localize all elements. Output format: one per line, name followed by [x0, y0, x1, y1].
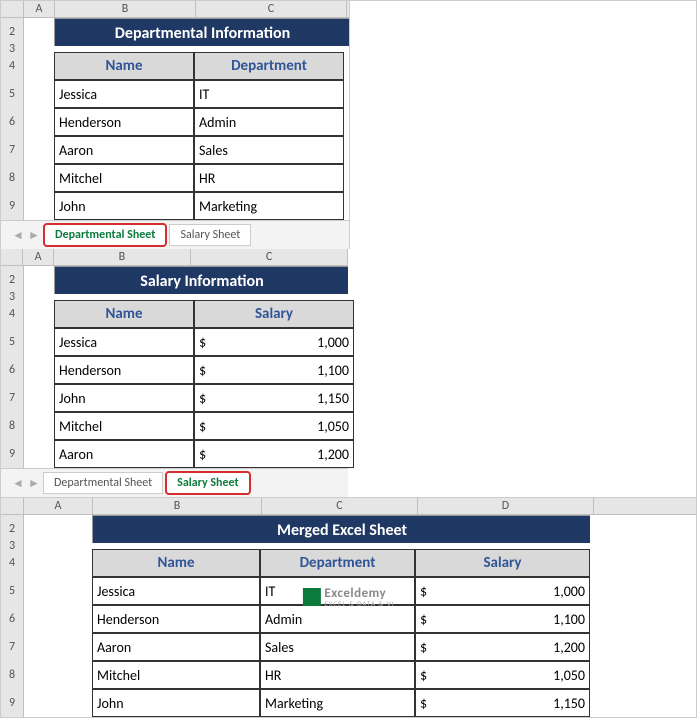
row-5[interactable]: 5 [1, 328, 24, 356]
cell-dept[interactable]: Admin [260, 605, 415, 633]
row-8[interactable]: 8 [1, 661, 24, 689]
tab-salary[interactable]: Salary Sheet [165, 471, 250, 495]
cell-dept[interactable]: Sales [260, 633, 415, 661]
tab-prev-icon[interactable]: ◄ [11, 228, 25, 242]
row-5[interactable]: 5 [1, 577, 24, 605]
cell-name[interactable]: Jessica [54, 80, 194, 108]
merged-title: Merged Excel Sheet [92, 515, 590, 543]
row-7[interactable]: 7 [1, 384, 24, 412]
cell-dept[interactable]: IT [194, 80, 344, 108]
salary-header-name: Name [54, 300, 194, 328]
cell-salary[interactable]: $1,100 [415, 605, 590, 633]
cell-salary[interactable]: $1,050 [415, 661, 590, 689]
row-7[interactable]: 7 [1, 136, 24, 164]
cell-name[interactable]: Mitchel [92, 661, 260, 689]
row-4[interactable]: 4 [1, 549, 24, 577]
salary-title: Salary Information [54, 266, 348, 294]
row-4[interactable]: 4 [1, 300, 24, 328]
cell-name[interactable]: Aaron [54, 136, 194, 164]
column-headers: A B C [1, 249, 348, 266]
row-9[interactable]: 9 [1, 192, 24, 220]
row-6[interactable]: 6 [1, 356, 24, 384]
cell-name[interactable]: Mitchel [54, 164, 194, 192]
cell-salary[interactable]: $1,000 [194, 328, 354, 356]
merged-header-salary: Salary [415, 549, 590, 577]
cell-salary[interactable]: $1,150 [194, 384, 354, 412]
tab-next-icon[interactable]: ► [27, 476, 41, 490]
row-7[interactable]: 7 [1, 633, 24, 661]
col-A[interactable]: A [24, 1, 55, 17]
cell-name[interactable]: John [54, 192, 194, 220]
dept-header-dept: Department [194, 52, 344, 80]
column-headers: A B C D [1, 498, 696, 515]
row-4[interactable]: 4 [1, 52, 24, 80]
cell-dept[interactable]: Marketing [194, 192, 344, 220]
cell-dept[interactable]: HR [260, 661, 415, 689]
merged-header-name: Name [92, 549, 260, 577]
cell-salary[interactable]: $1,150 [415, 689, 590, 717]
salary-pane: A B C 2Salary Information 3 4NameSalary … [1, 249, 348, 497]
cell-name[interactable]: Jessica [92, 577, 260, 605]
col-C[interactable]: C [191, 249, 348, 265]
cell-dept[interactable]: Admin [194, 108, 344, 136]
cell-name[interactable]: Aaron [92, 633, 260, 661]
tab-departmental[interactable]: Departmental Sheet [43, 472, 163, 494]
merged-header-dept: Department [260, 549, 415, 577]
cell-salary[interactable]: $1,050 [194, 412, 354, 440]
sheet-tabbar: ◄ ► Departmental Sheet Salary Sheet [1, 220, 349, 249]
col-A[interactable]: A [23, 249, 53, 265]
dept-title: Departmental Information [54, 18, 349, 46]
tab-salary[interactable]: Salary Sheet [169, 224, 251, 246]
cell-name[interactable]: Henderson [92, 605, 260, 633]
column-headers: A B C [1, 1, 349, 18]
col-C[interactable]: C [262, 498, 418, 514]
col-B[interactable]: B [55, 1, 196, 17]
cell-name[interactable]: Henderson [54, 108, 194, 136]
col-C[interactable]: C [196, 1, 347, 17]
salary-header-salary: Salary [194, 300, 354, 328]
col-D[interactable]: D [418, 498, 594, 514]
row-5[interactable]: 5 [1, 80, 24, 108]
cell-dept[interactable]: HR [194, 164, 344, 192]
cell-salary[interactable]: $1,200 [415, 633, 590, 661]
tab-prev-icon[interactable]: ◄ [11, 476, 25, 490]
cell-dept[interactable]: IT [260, 577, 415, 605]
row-6[interactable]: 6 [1, 108, 24, 136]
row-9[interactable]: 9 [1, 440, 24, 468]
tab-departmental[interactable]: Departmental Sheet [43, 223, 167, 247]
cell-name[interactable]: John [54, 384, 194, 412]
cell-name[interactable]: Henderson [54, 356, 194, 384]
row-6[interactable]: 6 [1, 605, 24, 633]
cell-salary[interactable]: $1,100 [194, 356, 354, 384]
cell-name[interactable]: Mitchel [54, 412, 194, 440]
cell-name[interactable]: Aaron [54, 440, 194, 468]
col-A[interactable]: A [24, 498, 93, 514]
departmental-pane: A B C 2Departmental Information 3 4NameD… [1, 1, 350, 249]
cell-salary[interactable]: $1,200 [194, 440, 354, 468]
cell-name[interactable]: Jessica [54, 328, 194, 356]
cell-dept[interactable]: Sales [194, 136, 344, 164]
cell-dept[interactable]: Marketing [260, 689, 415, 717]
row-8[interactable]: 8 [1, 412, 24, 440]
cell-name[interactable]: John [92, 689, 260, 717]
dept-header-name: Name [54, 52, 194, 80]
row-9[interactable]: 9 [1, 689, 24, 717]
merged-pane: A B C D 2Merged Excel Sheet 3 4NameDepar… [1, 497, 696, 717]
cell-salary[interactable]: $1,000 [415, 577, 590, 605]
col-B[interactable]: B [93, 498, 262, 514]
col-B[interactable]: B [54, 249, 191, 265]
tab-next-icon[interactable]: ► [27, 228, 41, 242]
row-8[interactable]: 8 [1, 164, 24, 192]
sheet-tabbar: ◄ ► Departmental Sheet Salary Sheet [1, 468, 348, 497]
